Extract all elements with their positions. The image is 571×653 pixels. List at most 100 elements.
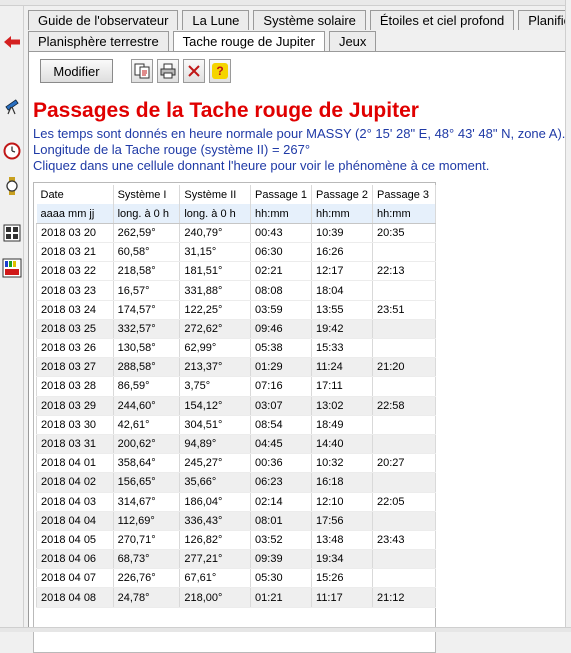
table-row: 2018 04 05 270,71° 126,82° 03:52 13:48 23:43: [36, 530, 436, 551]
cell-passage-3[interactable]: 22:13: [372, 261, 436, 282]
cell-passage-2[interactable]: 17:11: [311, 376, 373, 397]
col-subheader-passage-1: hh:mm: [250, 204, 313, 224]
cell-passage-1[interactable]: 08:54: [250, 415, 313, 435]
back-arrow-icon[interactable]: [2, 32, 22, 52]
col-header-systeme-1: Système I: [113, 185, 181, 205]
tab-label: Guide de l'observateur: [38, 13, 169, 28]
cell-passage-3[interactable]: [372, 434, 436, 455]
cell-passage-1[interactable]: 00:43: [250, 223, 313, 244]
cell-passage-2[interactable]: 16:26: [311, 242, 373, 263]
tab-pane: Modifier ? Passages de la Tache rouge de…: [28, 51, 571, 653]
cell-passage-2[interactable]: 11:17: [311, 587, 373, 608]
help-icon[interactable]: ?: [209, 59, 231, 83]
cell-passage-1[interactable]: 01:29: [250, 357, 313, 378]
cell-passage-3[interactable]: [372, 376, 436, 397]
cell-passage-3[interactable]: 20:35: [372, 223, 436, 244]
cell-passage-1[interactable]: 06:30: [250, 242, 313, 263]
color-chart-icon[interactable]: [2, 258, 22, 278]
cell-passage-2[interactable]: 12:10: [311, 492, 373, 512]
tab-planisphere[interactable]: Planisphère terrestre: [28, 31, 169, 51]
cell-passage-1[interactable]: 00:36: [250, 453, 313, 474]
cell-passage-2[interactable]: 10:32: [311, 453, 373, 474]
cell-passage-2[interactable]: 17:56: [311, 511, 373, 531]
tab-label: Jeux: [338, 34, 367, 49]
cell-passage-1[interactable]: 03:59: [250, 300, 313, 320]
cell-passage-1[interactable]: 09:46: [250, 319, 313, 340]
cell-passage-3[interactable]: [372, 472, 436, 493]
cell-passage-3[interactable]: 23:51: [372, 300, 436, 320]
cell-systeme-2: 336,43°: [179, 511, 252, 531]
close-icon[interactable]: [183, 59, 205, 83]
table-row: 2018 03 20 262,59° 240,79° 00:43 10:39 20:35: [36, 223, 436, 244]
cell-passage-1[interactable]: 05:38: [250, 338, 313, 359]
table-row: 2018 04 02 156,65° 35,66° 06:23 16:18: [36, 472, 436, 493]
cell-passage-1[interactable]: 08:08: [250, 280, 313, 301]
cell-passage-1[interactable]: 01:21: [250, 587, 313, 608]
cell-passage-3[interactable]: [372, 280, 436, 301]
cell-passage-1[interactable]: 05:30: [250, 568, 313, 589]
cell-date: 2018 04 03: [36, 492, 114, 512]
cell-passage-3[interactable]: [372, 242, 436, 263]
table-row: 2018 03 29 244,60° 154,12° 03:07 13:02 22:58: [36, 396, 436, 416]
cell-passage-2[interactable]: 11:24: [311, 357, 373, 378]
cell-passage-3[interactable]: 20:27: [372, 453, 436, 474]
tab-systeme-solaire[interactable]: Système solaire: [253, 10, 366, 30]
cell-passage-1[interactable]: 06:23: [250, 472, 313, 493]
cell-systeme-2: 304,51°: [179, 415, 252, 435]
cell-passage-3[interactable]: 22:05: [372, 492, 436, 512]
cell-passage-3[interactable]: [372, 338, 436, 359]
copy-icon[interactable]: [131, 59, 153, 83]
cell-passage-2[interactable]: 19:42: [311, 319, 373, 340]
cell-passage-1[interactable]: 03:07: [250, 396, 313, 416]
cell-passage-1[interactable]: 07:16: [250, 376, 313, 397]
cell-passage-1[interactable]: 02:14: [250, 492, 313, 512]
cell-passage-2[interactable]: 10:39: [311, 223, 373, 244]
tab-tache-rouge[interactable]: Tache rouge de Jupiter: [172, 31, 325, 51]
cell-passage-2[interactable]: 12:17: [311, 261, 373, 282]
cell-passage-2[interactable]: 16:18: [311, 472, 373, 493]
cell-passage-3[interactable]: [372, 415, 436, 435]
tab-etoiles[interactable]: Étoiles et ciel profond: [369, 10, 515, 30]
cell-passage-2[interactable]: 18:04: [311, 280, 373, 301]
cell-date: 2018 03 23: [36, 280, 114, 301]
cell-passage-1[interactable]: 08:01: [250, 511, 313, 531]
cell-passage-1[interactable]: 02:21: [250, 261, 313, 282]
cell-passage-2[interactable]: 13:02: [311, 396, 373, 416]
telescope-icon[interactable]: [2, 96, 22, 116]
cell-passage-1[interactable]: 09:39: [250, 549, 313, 570]
col-subheader-systeme-1: long. à 0 h: [113, 204, 181, 224]
cell-passage-3[interactable]: 22:58: [372, 396, 436, 416]
cell-passage-2[interactable]: 13:55: [311, 300, 373, 320]
cell-passage-3[interactable]: [372, 511, 436, 531]
cell-passage-3[interactable]: [372, 568, 436, 589]
layout-grid-icon[interactable]: [2, 223, 22, 243]
cell-passage-2[interactable]: 15:26: [311, 568, 373, 589]
tab-lune[interactable]: La Lune: [182, 10, 250, 30]
cell-passage-1[interactable]: 04:45: [250, 434, 313, 455]
cell-systeme-1: 112,69°: [113, 511, 181, 531]
print-icon[interactable]: [157, 59, 179, 83]
tab-jeux[interactable]: Jeux: [328, 31, 377, 51]
cell-passage-3[interactable]: 21:20: [372, 357, 436, 378]
cell-passage-2[interactable]: 15:33: [311, 338, 373, 359]
table-row: 2018 04 04 112,69° 336,43° 08:01 17:56: [36, 511, 436, 531]
col-subheader-systeme-2: long. à 0 h: [179, 204, 252, 224]
cell-passage-2[interactable]: 19:34: [311, 549, 373, 570]
tab-planification[interactable]: Planificat: [518, 10, 571, 30]
cell-systeme-1: 358,64°: [113, 453, 181, 474]
cell-passage-3[interactable]: 21:12: [372, 587, 436, 608]
cell-passage-2[interactable]: 13:48: [311, 530, 373, 551]
tab-guide[interactable]: Guide de l'observateur: [28, 10, 179, 30]
cell-passage-2[interactable]: 18:49: [311, 415, 373, 435]
cell-passage-3[interactable]: [372, 549, 436, 570]
cell-systeme-1: 314,67°: [113, 492, 181, 512]
clock-icon[interactable]: [2, 141, 22, 161]
cell-date: 2018 04 06: [36, 549, 114, 570]
cell-passage-3[interactable]: [372, 319, 436, 340]
modifier-button[interactable]: Modifier: [40, 59, 113, 83]
table-row: 2018 04 01 358,64° 245,27° 00:36 10:32 20:27: [36, 453, 436, 474]
watch-icon[interactable]: [2, 176, 22, 196]
cell-passage-2[interactable]: 14:40: [311, 434, 373, 455]
cell-passage-3[interactable]: 23:43: [372, 530, 436, 551]
cell-passage-1[interactable]: 03:52: [250, 530, 313, 551]
